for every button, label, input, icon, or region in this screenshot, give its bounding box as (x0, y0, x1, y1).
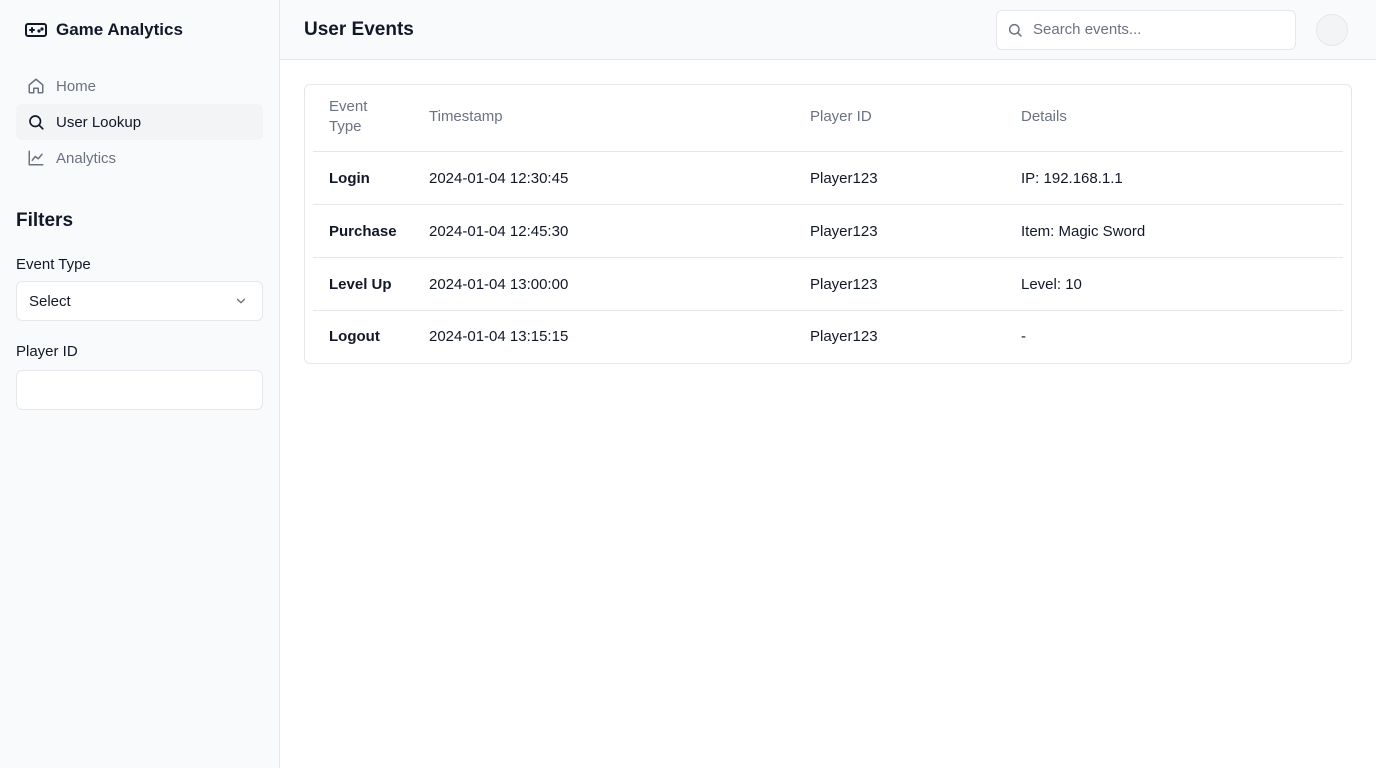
player-id-cell: Player123 (794, 257, 1005, 311)
chevron-down-icon (234, 294, 248, 308)
events-card: Event Type Timestamp Player ID Details L… (304, 84, 1352, 364)
table-row[interactable]: Login 2024-01-04 12:30:45 Player123 IP: … (313, 151, 1343, 205)
event-type-value: Select (29, 292, 71, 310)
app-root: Game Analytics Home User Lookup Analytic… (0, 0, 1376, 768)
column-header-details[interactable]: Details (1005, 85, 1343, 152)
event-type-label: Event Type (16, 256, 91, 273)
column-header-player-id[interactable]: Player ID (794, 85, 1005, 152)
sidebar-item-label: User Lookup (56, 113, 142, 131)
sidebar-nav: Home User Lookup Analytics (16, 68, 263, 176)
details-cell: IP: 192.168.1.1 (1005, 151, 1343, 205)
table-row[interactable]: Purchase 2024-01-04 12:45:30 Player123 I… (313, 204, 1343, 258)
app-title: Game Analytics (56, 20, 183, 39)
sidebar: Game Analytics Home User Lookup Analytic… (0, 0, 280, 768)
event-type-cell: Logout (329, 328, 380, 346)
event-type-cell: Purchase (313, 204, 413, 258)
player-id-cell: Player123 (794, 204, 1005, 258)
column-header-timestamp[interactable]: Timestamp (413, 85, 794, 152)
sidebar-item-home[interactable]: Home (16, 68, 263, 104)
brand[interactable]: Game Analytics (16, 0, 263, 60)
sidebar-item-user-lookup[interactable]: User Lookup (16, 104, 263, 140)
search-input[interactable] (1033, 21, 1295, 38)
player-id-cell: Player123 (810, 328, 878, 346)
chart-line-icon (26, 148, 46, 168)
timestamp-cell: 2024-01-04 13:00:00 (413, 257, 794, 311)
page-title: User Events (304, 18, 414, 40)
gamepad-icon (24, 18, 48, 42)
details-cell: Level: 10 (1005, 257, 1343, 311)
sidebar-item-label: Analytics (56, 149, 117, 167)
timestamp-cell: 2024-01-04 12:45:30 (413, 204, 794, 258)
player-id-cell: Player123 (794, 151, 1005, 205)
table-header-row: Event Type Timestamp Player ID Details (313, 85, 1343, 152)
topbar: User Events (280, 0, 1376, 60)
main: User Events Event Type (280, 0, 1376, 768)
player-id-field[interactable] (16, 370, 263, 410)
search-box[interactable] (996, 9, 1296, 50)
sidebar-item-label: Home (56, 77, 97, 95)
column-header-event-type[interactable]: Event Type (313, 85, 413, 152)
table-row[interactable]: Level Up 2024-01-04 13:00:00 Player123 L… (313, 257, 1343, 311)
filters-title: Filters (16, 210, 74, 231)
events-table: Event Type Timestamp Player ID Details L… (313, 85, 1343, 363)
timestamp-cell: 2024-01-04 13:15:15 (429, 328, 569, 346)
event-type-cell: Level Up (313, 257, 413, 311)
player-id-label: Player ID (16, 343, 78, 360)
home-icon (26, 76, 46, 96)
details-cell: - (1021, 328, 1026, 346)
event-type-select[interactable]: Select (16, 281, 263, 321)
timestamp-cell: 2024-01-04 12:30:45 (413, 151, 794, 205)
table-row[interactable]: Logout 2024-01-04 13:15:15 Player123 - (313, 311, 1343, 363)
content: Event Type Timestamp Player ID Details L… (280, 60, 1376, 388)
sidebar-item-analytics[interactable]: Analytics (16, 140, 263, 176)
search-icon (1007, 21, 1025, 39)
event-type-cell: Login (313, 151, 413, 205)
avatar[interactable] (1316, 13, 1348, 46)
details-cell: Item: Magic Sword (1005, 204, 1343, 258)
search-icon (26, 112, 46, 132)
